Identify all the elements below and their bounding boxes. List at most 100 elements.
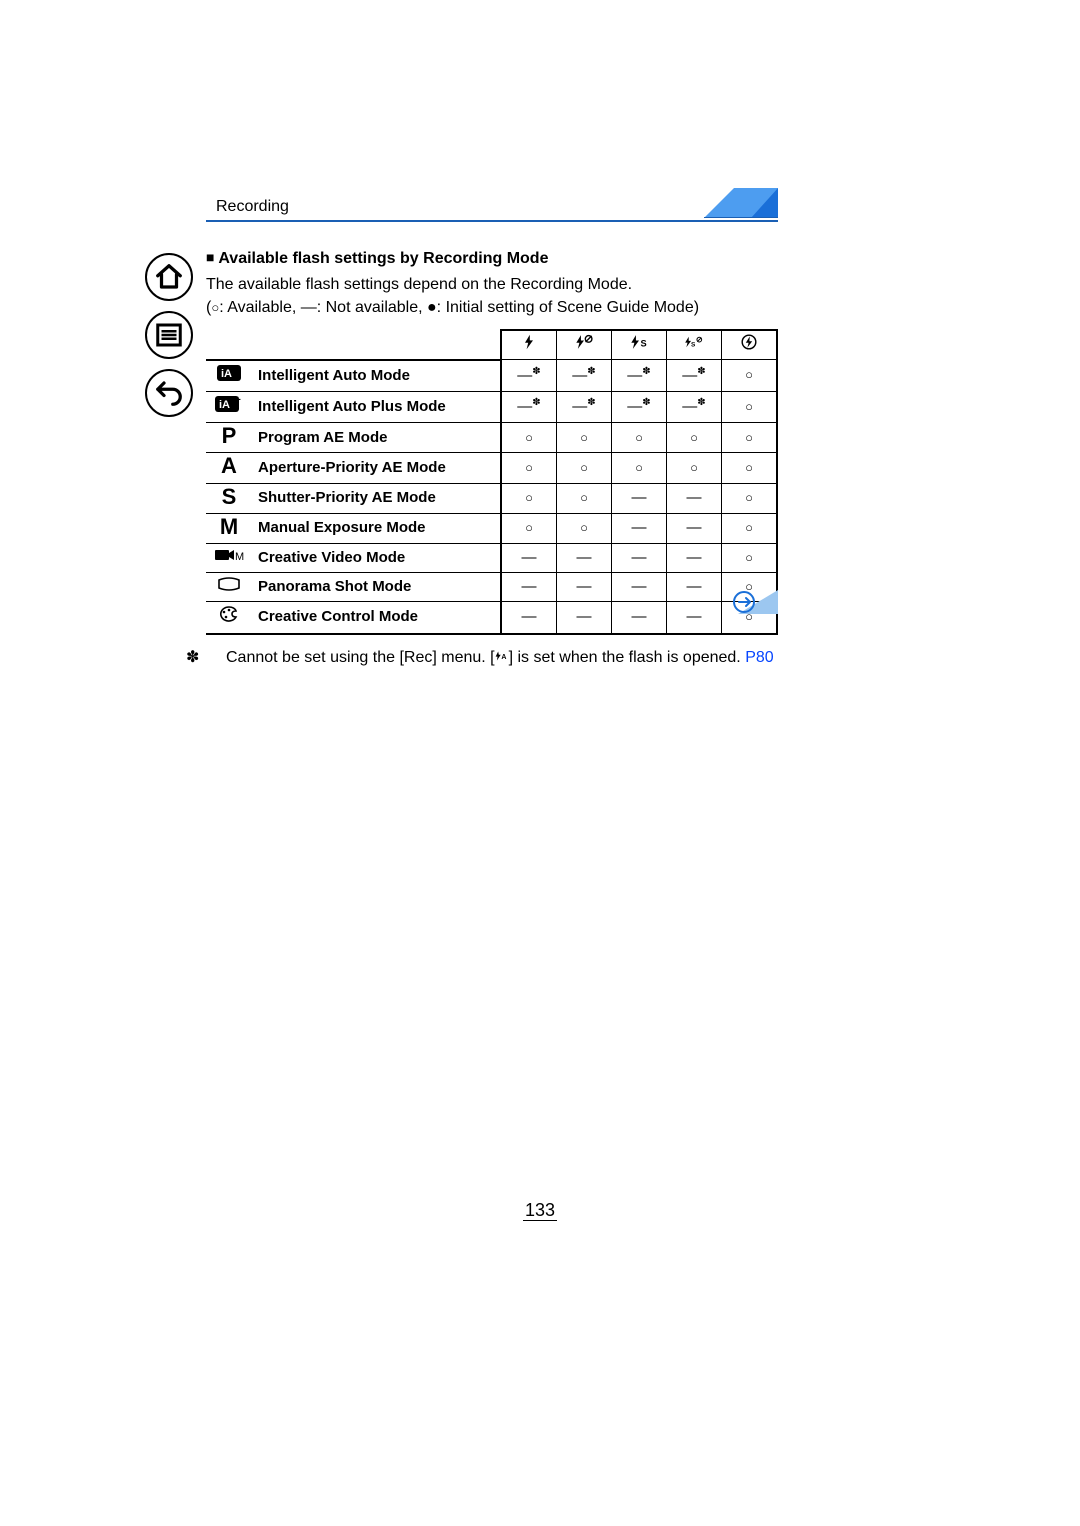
svg-text:M: M — [235, 551, 244, 563]
availability-cell: — — [612, 602, 667, 634]
mode-icon-cell: S — [206, 483, 252, 513]
availability-cell: — — [667, 513, 722, 543]
availability-cell: — — [501, 573, 557, 602]
availability-cell: —✽ — [612, 391, 667, 422]
svg-text:iA: iA — [221, 368, 232, 380]
availability-cell: — — [612, 573, 667, 602]
availability-cell: ○ — [557, 453, 612, 483]
mode-icon-cell: A — [206, 453, 252, 483]
availability-cell: ○ — [722, 513, 778, 543]
table-row: MCreative Video Mode————○ — [206, 544, 777, 573]
mode-name-cell: Aperture-Priority AE Mode — [252, 453, 501, 483]
footnote: ✽Cannot be set using the [Rec] menu. [A]… — [206, 647, 778, 669]
mode-name-cell: Manual Exposure Mode — [252, 513, 501, 543]
table-row: iAIntelligent Auto Mode—✽—✽—✽—✽○ — [206, 360, 777, 392]
mode-name-cell: Creative Video Mode — [252, 544, 501, 573]
footnote-link[interactable]: P80 — [745, 649, 773, 666]
col-forced-flash — [501, 330, 557, 360]
availability-cell: ○ — [722, 360, 778, 392]
mode-name-cell: Panorama Shot Mode — [252, 573, 501, 602]
header-corner-decoration — [704, 188, 778, 218]
availability-cell: — — [667, 483, 722, 513]
availability-cell: ○ — [557, 423, 612, 453]
mode-icon-cell: P — [206, 423, 252, 453]
flash-settings-table: S S iAIntelligent Auto Mode—✽—✽—✽—✽○iA+I… — [206, 329, 778, 635]
availability-cell: — — [557, 602, 612, 634]
intro-text: The available flash settings depend on t… — [206, 274, 778, 296]
availability-cell: ○ — [612, 423, 667, 453]
flash-off-icon — [739, 334, 759, 356]
availability-cell: — — [612, 513, 667, 543]
table-row: PProgram AE Mode○○○○○ — [206, 423, 777, 453]
nav-toc-button[interactable] — [145, 311, 193, 359]
availability-cell: —✽ — [557, 391, 612, 422]
mode-icon-cell — [206, 573, 252, 602]
availability-cell: ○ — [557, 513, 612, 543]
availability-cell: ○ — [612, 453, 667, 483]
availability-cell: — — [501, 544, 557, 573]
nav-home-button[interactable] — [145, 253, 193, 301]
table-row: AAperture-Priority AE Mode○○○○○ — [206, 453, 777, 483]
svg-text:A: A — [501, 654, 506, 661]
flash-forced-redeye-icon — [574, 334, 594, 356]
section-header-label: Recording — [206, 198, 289, 216]
availability-cell: ○ — [722, 453, 778, 483]
col-forced-off — [722, 330, 778, 360]
availability-cell: — — [612, 544, 667, 573]
availability-cell: ○ — [501, 423, 557, 453]
availability-cell: ○ — [667, 453, 722, 483]
table-row: Creative Control Mode————○ — [206, 602, 777, 634]
mode-name-cell: Creative Control Mode — [252, 602, 501, 634]
availability-cell: ○ — [557, 483, 612, 513]
page-number: 133 — [0, 1200, 1080, 1221]
flash-slow-sync-icon: S — [629, 334, 649, 356]
svg-text:+: + — [235, 395, 241, 406]
mode-name-cell: Intelligent Auto Mode — [252, 360, 501, 392]
auto-flash-icon: A — [495, 649, 509, 666]
availability-cell: —✽ — [501, 360, 557, 392]
flash-slow-sync-redeye-icon: S — [684, 334, 704, 356]
table-row: iA+Intelligent Auto Plus Mode—✽—✽—✽—✽○ — [206, 391, 777, 422]
nav-back-button[interactable] — [145, 369, 193, 417]
availability-cell: — — [667, 544, 722, 573]
svg-text:iA: iA — [219, 399, 230, 411]
mode-icon-cell: iA + — [206, 391, 252, 422]
availability-cell: — — [557, 544, 612, 573]
mode-name-cell: Program AE Mode — [252, 423, 501, 453]
availability-cell: —✽ — [612, 360, 667, 392]
availability-cell: ○ — [501, 513, 557, 543]
table-row: MManual Exposure Mode○○——○ — [206, 513, 777, 543]
mode-icon-cell: M — [206, 513, 252, 543]
availability-cell: ○ — [501, 483, 557, 513]
availability-cell: —✽ — [667, 391, 722, 422]
table-row: Panorama Shot Mode————○ — [206, 573, 777, 602]
availability-cell: —✽ — [557, 360, 612, 392]
section-title: ■ Available flash settings by Recording … — [206, 248, 778, 270]
availability-cell: — — [501, 602, 557, 634]
home-icon — [154, 262, 184, 292]
availability-cell: — — [612, 483, 667, 513]
availability-cell: ○ — [722, 423, 778, 453]
col-slow-sync-redeye: S — [667, 330, 722, 360]
svg-text:S: S — [641, 338, 647, 348]
availability-cell: —✽ — [501, 391, 557, 422]
table-row: SShutter-Priority AE Mode○○——○ — [206, 483, 777, 513]
list-icon — [154, 320, 184, 350]
mode-icon-cell — [206, 602, 252, 634]
availability-cell: ○ — [667, 423, 722, 453]
mode-icon-cell: iA — [206, 360, 252, 392]
mode-name-cell: Shutter-Priority AE Mode — [252, 483, 501, 513]
flash-forced-icon — [519, 334, 539, 356]
legend-text: (○: Available, —: Not available, ●: Init… — [206, 297, 778, 319]
back-icon — [154, 378, 184, 408]
availability-cell: ○ — [722, 483, 778, 513]
availability-cell: ○ — [501, 453, 557, 483]
availability-cell: ○ — [722, 391, 778, 422]
col-slow-sync: S — [612, 330, 667, 360]
section-header: Recording — [206, 188, 778, 222]
availability-cell: —✽ — [667, 360, 722, 392]
availability-cell: — — [557, 573, 612, 602]
col-forced-redeye — [557, 330, 612, 360]
mode-name-cell: Intelligent Auto Plus Mode — [252, 391, 501, 422]
next-page-button[interactable] — [704, 590, 778, 614]
